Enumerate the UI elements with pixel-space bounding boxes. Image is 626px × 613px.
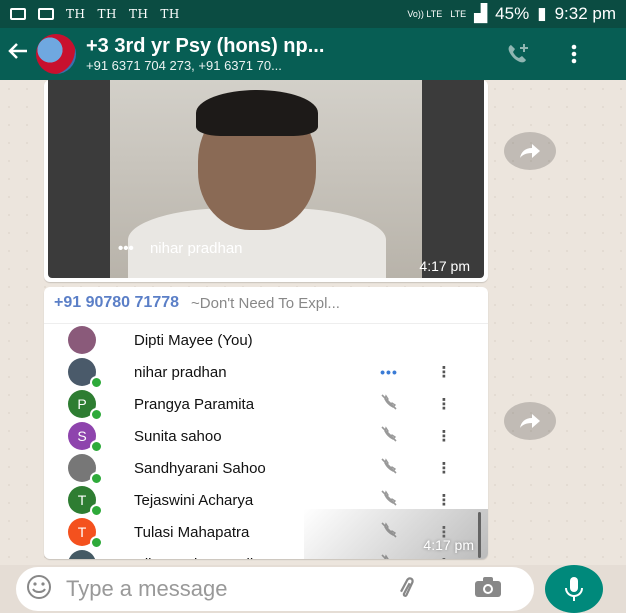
participant-avatar[interactable] [68, 326, 96, 354]
back-arrow-icon[interactable] [0, 40, 36, 69]
participant-row[interactable]: Sandhyarani Sahoo ⋮ [44, 452, 488, 485]
group-info[interactable]: +3 3rd yr Psy (hons) np... +91 6371 704 … [86, 35, 476, 73]
input-bar: Type a message [0, 565, 626, 613]
group-members: +91 6371 704 273, +91 6371 70... [86, 58, 282, 73]
chat-area[interactable]: ••• nihar pradhan 4:17 pm +91 90780 7177… [0, 80, 626, 565]
participant-avatar[interactable]: D [68, 550, 96, 559]
group-avatar[interactable] [36, 34, 76, 74]
more-options-icon[interactable]: ⋮ [436, 363, 452, 381]
mic-button[interactable] [545, 565, 603, 613]
participant-name: nihar pradhan [134, 363, 227, 381]
participant-row[interactable]: nihar pradhan ••• ⋮ [44, 356, 488, 389]
sender-name: ~Don't Need To Expl... [191, 294, 340, 312]
lte-label: LTE [450, 9, 467, 19]
participant-name: Tulasi Mahapatra [134, 523, 250, 541]
more-options-icon[interactable]: ⋮ [436, 491, 452, 509]
participant-name: Tejaswini Acharya [134, 491, 254, 509]
group-title: +3 3rd yr Psy (hons) np... [86, 35, 325, 57]
participant-row[interactable]: S Sunita sahoo ⋮ [44, 420, 488, 453]
avatar-initial: S [77, 428, 87, 444]
battery-icon: ▮ [537, 4, 547, 23]
volte-label: Vo)) LTE [407, 9, 443, 19]
more-options-icon[interactable] [554, 34, 594, 74]
participant-row[interactable]: Dipti Mayee (You) [44, 324, 488, 356]
camera-icon[interactable] [474, 576, 502, 603]
muted-icon [374, 425, 404, 448]
avatar-initial: D [77, 556, 87, 559]
chat-header: +3 3rd yr Psy (hons) np... +91 6371 704 … [0, 28, 626, 80]
battery-level: 45% [495, 4, 530, 23]
notification-text: TH [97, 7, 117, 21]
more-options-icon[interactable]: ⋮ [436, 459, 452, 477]
muted-icon [374, 393, 404, 416]
image-notification-icon [38, 8, 54, 20]
forward-icon[interactable] [504, 132, 556, 170]
clock: 9:32 pm [554, 4, 616, 23]
participant-name: Prangya Paramita [134, 395, 255, 413]
video-message[interactable]: ••• nihar pradhan 4:17 pm [44, 80, 488, 282]
message-time: 4:17 pm [419, 258, 470, 274]
video-thumbnail[interactable]: ••• nihar pradhan 4:17 pm [48, 80, 484, 278]
sender-row: +91 90780 71778 ~Don't Need To Expl... [44, 287, 488, 319]
message-input[interactable]: Type a message [16, 567, 534, 611]
status-bar: TH TH TH TH Vo)) LTE LTE ▟ 45% ▮ 9:32 pm [0, 0, 626, 28]
video-name-tag: ••• nihar pradhan [118, 240, 243, 257]
ringing-dots: ••• [380, 364, 398, 380]
notification-text: TH [128, 7, 149, 21]
sender-number[interactable]: +91 90780 71778 [54, 294, 179, 312]
participant-name: Sandhyarani Sahoo [134, 459, 266, 477]
group-call-message[interactable]: +91 90780 71778 ~Don't Need To Expl... D… [44, 287, 488, 559]
participant-name: Dibyaranjan Pradhan [134, 556, 275, 560]
add-call-icon[interactable] [498, 34, 538, 74]
notification-text: TH [160, 7, 180, 21]
muted-icon [374, 457, 404, 480]
more-options-icon[interactable]: ⋮ [436, 395, 452, 413]
dots-icon: ••• [118, 240, 134, 257]
forward-icon[interactable] [504, 402, 556, 440]
emoji-icon[interactable] [26, 574, 52, 605]
signal-icon: ▟ [474, 4, 488, 23]
message-time: 4:17 pm [423, 537, 474, 553]
more-options-icon[interactable]: ⋮ [436, 427, 452, 445]
video-person-hair [196, 90, 318, 136]
avatar-initial: T [77, 524, 87, 540]
avatar-initial: T [77, 492, 87, 508]
participant-row[interactable]: P Prangya Paramita ⋮ [44, 388, 488, 421]
participant-name: Sunita sahoo [134, 427, 222, 445]
avatar-initial: P [77, 396, 87, 412]
message-placeholder: Type a message [66, 576, 228, 601]
video-name: nihar pradhan [149, 240, 243, 257]
mic-icon [565, 577, 583, 601]
message-notification-icon [10, 8, 26, 20]
participant-name: Dipti Mayee (You) [134, 331, 253, 349]
notification-text: TH [66, 7, 86, 21]
attach-icon[interactable] [396, 576, 426, 603]
